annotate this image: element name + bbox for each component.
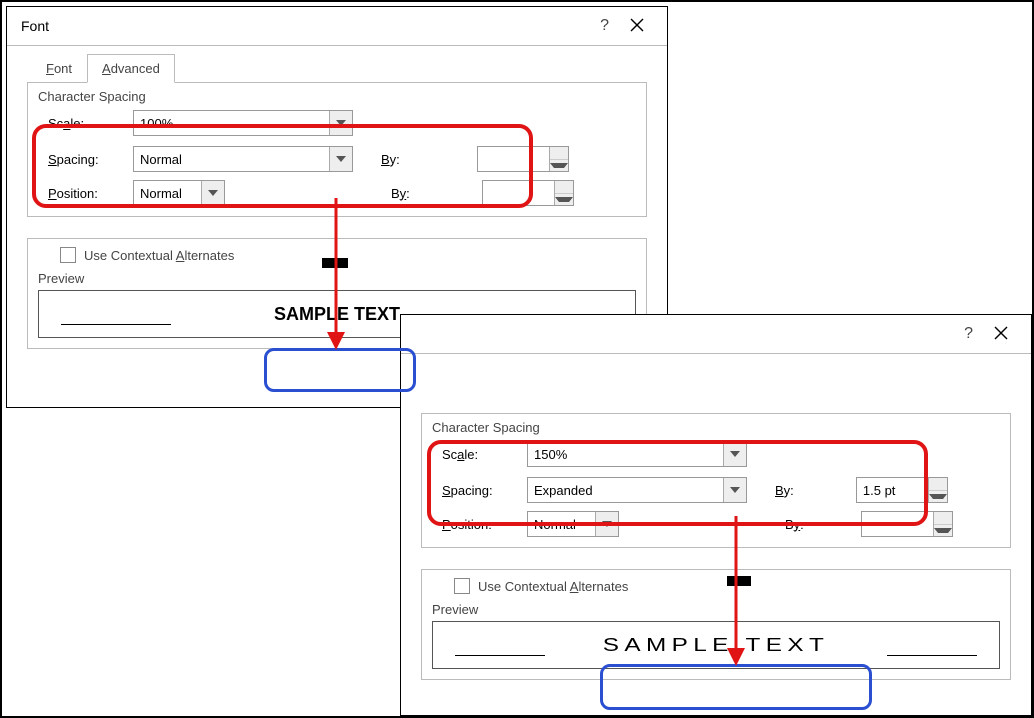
tab-strip: Font Advanced [31,54,667,83]
chevron-down-icon [208,190,218,196]
close-button[interactable] [981,326,1021,343]
chevron-down-icon [550,163,568,168]
contextual-alternates-checkbox[interactable] [454,578,470,594]
position-row: Position: Normal By: [442,511,1000,537]
position-combo[interactable]: Normal [133,180,225,206]
help-button[interactable]: ? [956,325,981,343]
separator-bar-bottom [727,576,751,586]
spin-up-button[interactable] [550,147,568,160]
tab-advanced-label: dvanced [111,61,160,76]
spacing-label: Spacing: [442,483,517,498]
tab-font-label: ont [54,61,72,76]
preview-line-left [61,324,171,325]
form-grid: Scale: 150% Spacing: Expanded By: 1.5 pt [442,441,1000,503]
position-by-spinner[interactable] [861,511,953,537]
close-icon [994,326,1008,340]
preview-line-right [887,655,977,656]
spacing-combo[interactable]: Normal [133,146,353,172]
scale-label: Scale: [442,447,517,462]
chevron-down-icon [602,521,612,527]
spacing-value: Expanded [528,483,723,498]
font-dialog-bottom: ? Character Spacing Scale: 150% Spacing:… [400,314,1032,716]
contextual-alternates-label: Use Contextual Alternates [478,579,628,594]
tab-content: Character Spacing Scale: 100% Spacing: N… [27,82,647,217]
spacing-value: Normal [134,152,329,167]
chevron-down-icon [929,494,947,499]
tab-font[interactable]: Font [31,54,87,83]
preview-box: SAMPLE TEXT [432,621,1000,669]
chevron-down-icon [730,451,740,457]
dialog-title: Font [17,18,592,34]
lower-content: Use Contextual Alternates Preview SAMPLE… [421,569,1011,680]
position-row: Position: Normal By: [48,180,636,206]
title-bar: ? [401,315,1031,354]
scale-dropdown-button[interactable] [329,111,352,135]
contextual-alternates-checkbox[interactable] [60,247,76,263]
position-by-spinner[interactable] [482,180,574,206]
position-by-label: By: [243,186,472,201]
spacing-by-label: By: [757,483,846,498]
spacing-by-label: By: [363,152,467,167]
spin-up-button[interactable] [934,512,952,525]
chevron-down-icon [336,120,346,126]
preview-sample-text: SAMPLE TEXT [274,304,400,325]
scale-label: Scale: [48,116,123,131]
chevron-down-icon [336,156,346,162]
preview-line-left [455,655,545,656]
tab-content: Character Spacing Scale: 150% Spacing: E… [421,413,1011,548]
preview-sample-text: SAMPLE TEXT [603,635,829,656]
form-grid: Scale: 100% Spacing: Normal By: [48,110,636,172]
spacing-by-spinner[interactable]: 1.5 pt [856,477,948,503]
preview-label: Preview [432,602,1000,617]
tab-advanced[interactable]: Advanced [87,54,175,83]
contextual-alternates-label: Use Contextual Alternates [84,248,234,263]
chevron-down-icon [555,197,573,202]
spin-down-button[interactable] [550,160,568,172]
scale-combo[interactable]: 100% [133,110,353,136]
close-button[interactable] [617,18,657,35]
spin-up-button[interactable] [555,181,573,194]
scale-combo[interactable]: 150% [527,441,747,467]
title-bar: Font ? [7,7,667,46]
spin-down-button[interactable] [929,491,947,503]
preview-label: Preview [38,271,636,286]
position-combo[interactable]: Normal [527,511,619,537]
position-dropdown-button[interactable] [595,512,618,536]
spacing-label: Spacing: [48,152,123,167]
spacing-dropdown-button[interactable] [329,147,352,171]
spacing-by-spinner[interactable] [477,146,569,172]
chevron-down-icon [934,528,952,533]
position-value: Normal [134,186,201,201]
character-spacing-label: Character Spacing [432,420,1000,435]
separator-bar-top [322,258,348,268]
position-dropdown-button[interactable] [201,181,224,205]
position-label: Position: [442,517,517,532]
scale-value: 100% [134,116,329,131]
help-button[interactable]: ? [592,17,617,35]
position-value: Normal [528,517,595,532]
spin-up-button[interactable] [929,478,947,491]
close-icon [630,18,644,32]
spin-down-button[interactable] [555,194,573,206]
contextual-alternates-row[interactable]: Use Contextual Alternates [60,247,636,263]
spacing-dropdown-button[interactable] [723,478,746,502]
scale-value: 150% [528,447,723,462]
position-by-label: By: [637,517,851,532]
chevron-down-icon [730,487,740,493]
scale-dropdown-button[interactable] [723,442,746,466]
spacing-by-value: 1.5 pt [857,483,928,498]
spacing-combo[interactable]: Expanded [527,477,747,503]
position-label: Position: [48,186,123,201]
spin-down-button[interactable] [934,525,952,537]
character-spacing-label: Character Spacing [38,89,636,104]
